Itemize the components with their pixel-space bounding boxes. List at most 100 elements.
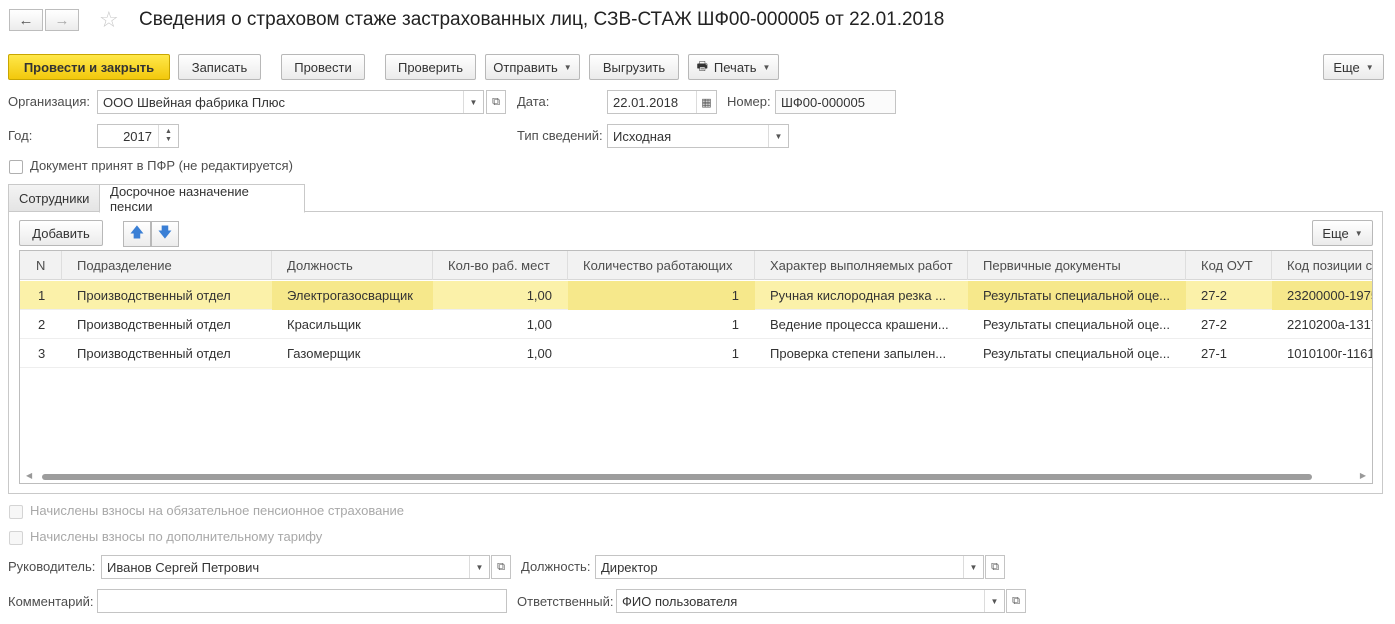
table-row[interactable]: 3 Производственный отдел Газомерщик 1,00… bbox=[20, 339, 1372, 368]
send-button[interactable]: Отправить ▼ bbox=[485, 54, 580, 80]
header-work-nature[interactable]: Характер выполняемых работ bbox=[755, 251, 968, 280]
info-type-label: Тип сведений: bbox=[517, 128, 603, 143]
comment-field[interactable] bbox=[97, 589, 507, 613]
comment-label: Комментарий: bbox=[8, 594, 94, 609]
dropdown-caret-icon: ▼ bbox=[762, 62, 771, 72]
header-department[interactable]: Подразделение bbox=[62, 251, 272, 280]
organization-value: ООО Швейная фабрика Плюс bbox=[103, 94, 286, 110]
cell-position-code: 23200000-1975 bbox=[1272, 281, 1372, 310]
arrow-up-icon: 🡅 bbox=[129, 224, 145, 240]
cell-out-code: 27-2 bbox=[1201, 317, 1228, 332]
calendar-icon[interactable]: ▦ bbox=[696, 91, 716, 113]
cell-workers: 1 bbox=[731, 346, 739, 361]
cell-workplaces: 1,00 bbox=[526, 288, 552, 303]
open-organization-icon[interactable]: ⧉ bbox=[486, 90, 506, 114]
cell-position: Газомерщик bbox=[287, 346, 361, 361]
date-value: 22.01.2018 bbox=[613, 94, 679, 110]
dropdown-caret-icon[interactable]: ▼ bbox=[768, 125, 788, 147]
header-position[interactable]: Должность bbox=[272, 251, 433, 280]
date-label: Дата: bbox=[517, 94, 550, 109]
responsible-label: Ответственный: bbox=[517, 594, 614, 609]
info-type-select[interactable]: Исходная ▼ bbox=[607, 124, 789, 148]
header-out-code[interactable]: Код ОУТ bbox=[1186, 251, 1272, 280]
head-value: Иванов Сергей Петрович bbox=[107, 559, 260, 575]
back-button[interactable]: ← bbox=[9, 9, 43, 31]
more-button[interactable]: Еще ▼ bbox=[1323, 54, 1384, 80]
contrib-mandatory-label: Начислены взносы на обязательное пенсион… bbox=[30, 503, 405, 518]
table-row[interactable]: 2 Производственный отдел Красильщик 1,00… bbox=[20, 310, 1373, 339]
header-primary-docs[interactable]: Первичные документы bbox=[968, 251, 1186, 280]
dropdown-caret-icon[interactable]: ▼ bbox=[469, 556, 489, 578]
page-title: Сведения о страховом стаже застрахованны… bbox=[139, 9, 945, 30]
cell-department: Производственный отдел bbox=[77, 346, 231, 361]
move-up-button[interactable]: 🡅 bbox=[123, 221, 151, 247]
year-value: 2017 bbox=[123, 128, 152, 144]
cell-work-nature: Проверка степени запылен... bbox=[770, 346, 947, 361]
dropdown-caret-icon: ▼ bbox=[1354, 228, 1363, 238]
print-button[interactable]: 🖶 Печать ▼ bbox=[688, 54, 779, 80]
cell-workplaces: 1,00 bbox=[526, 317, 552, 332]
table-row[interactable]: 1 Производственный отдел Электрогазосвар… bbox=[20, 281, 1372, 310]
position-value: Директор bbox=[601, 559, 658, 575]
year-field[interactable]: 2017 ▲ ▼ bbox=[97, 124, 179, 148]
head-label: Руководитель: bbox=[8, 559, 96, 574]
cell-position: Электрогазосварщик bbox=[272, 281, 433, 310]
export-button[interactable]: Выгрузить bbox=[589, 54, 679, 80]
contrib-mandatory-checkbox[interactable] bbox=[9, 505, 23, 519]
cell-n: 1 bbox=[38, 288, 46, 303]
header-workplaces[interactable]: Кол-во раб. мест bbox=[433, 251, 568, 280]
favorite-star-icon[interactable]: ☆ bbox=[99, 7, 119, 33]
organization-label: Организация: bbox=[8, 94, 91, 109]
responsible-field[interactable]: ФИО пользователя ▼ bbox=[616, 589, 1005, 613]
scrollbar-thumb[interactable] bbox=[42, 474, 1312, 480]
head-field[interactable]: Иванов Сергей Петрович ▼ bbox=[101, 555, 490, 579]
open-responsible-icon[interactable]: ⧉ bbox=[1006, 589, 1026, 613]
open-position-icon[interactable]: ⧉ bbox=[985, 555, 1005, 579]
position-field[interactable]: Директор ▼ bbox=[595, 555, 984, 579]
header-n[interactable]: N bbox=[20, 251, 62, 280]
cell-out-code: 27-2 bbox=[1201, 288, 1228, 303]
organization-field[interactable]: ООО Швейная фабрика Плюс ▼ bbox=[97, 90, 484, 114]
dropdown-caret-icon[interactable]: ▼ bbox=[963, 556, 983, 578]
cell-position-code: 2210200а-1317 bbox=[1287, 317, 1373, 332]
save-button[interactable]: Записать bbox=[178, 54, 261, 80]
table-more-label: Еще bbox=[1322, 225, 1349, 241]
number-field[interactable]: ШФ00-000005 bbox=[775, 90, 896, 114]
header-position-code[interactable]: Код позиции с bbox=[1272, 251, 1372, 280]
scroll-right-icon[interactable]: ▶ bbox=[1360, 471, 1366, 480]
dropdown-caret-icon[interactable]: ▼ bbox=[463, 91, 483, 113]
cell-out-code: 27-1 bbox=[1201, 346, 1228, 361]
table-more-button[interactable]: Еще ▼ bbox=[1312, 220, 1373, 246]
contrib-additional-checkbox[interactable] bbox=[9, 531, 23, 545]
cell-n: 2 bbox=[38, 317, 46, 332]
header-workers[interactable]: Количество работающих bbox=[568, 251, 755, 280]
pension-table[interactable]: N Подразделение Должность Кол-во раб. ме… bbox=[19, 250, 1373, 484]
dropdown-caret-icon[interactable]: ▼ bbox=[984, 590, 1004, 612]
spinner-icon[interactable]: ▲ ▼ bbox=[158, 125, 178, 147]
cell-primary-docs: Результаты специальной оце... bbox=[968, 281, 1186, 310]
responsible-value: ФИО пользователя bbox=[622, 593, 738, 609]
move-down-button[interactable]: 🡇 bbox=[151, 221, 179, 247]
send-label: Отправить bbox=[493, 59, 558, 75]
accepted-label: Документ принят в ПФР (не редактируется) bbox=[30, 158, 293, 173]
add-button[interactable]: Добавить bbox=[19, 220, 103, 246]
date-field[interactable]: 22.01.2018 ▦ bbox=[607, 90, 717, 114]
cell-department: Производственный отдел bbox=[77, 288, 231, 303]
more-label: Еще bbox=[1333, 59, 1360, 75]
check-button[interactable]: Проверить bbox=[385, 54, 476, 80]
tab-employees[interactable]: Сотрудники bbox=[8, 184, 100, 212]
horizontal-scrollbar[interactable]: ◀ ▶ bbox=[20, 471, 1372, 483]
arrow-left-icon: ← bbox=[18, 11, 34, 29]
cell-work-nature: Ручная кислородная резка ... bbox=[770, 288, 947, 303]
forward-button[interactable]: → bbox=[45, 9, 79, 31]
post-and-close-button[interactable]: Провести и закрыть bbox=[8, 54, 170, 80]
post-button[interactable]: Провести bbox=[281, 54, 365, 80]
printer-icon: 🖶 bbox=[696, 58, 708, 73]
cell-primary-docs: Результаты специальной оце... bbox=[983, 317, 1171, 332]
tab-early-pension[interactable]: Досрочное назначение пенсии bbox=[99, 184, 305, 214]
accepted-checkbox[interactable] bbox=[9, 160, 23, 174]
open-head-icon[interactable]: ⧉ bbox=[491, 555, 511, 579]
number-label: Номер: bbox=[727, 94, 771, 109]
scroll-left-icon[interactable]: ◀ bbox=[26, 471, 32, 480]
cell-department: Производственный отдел bbox=[77, 317, 231, 332]
